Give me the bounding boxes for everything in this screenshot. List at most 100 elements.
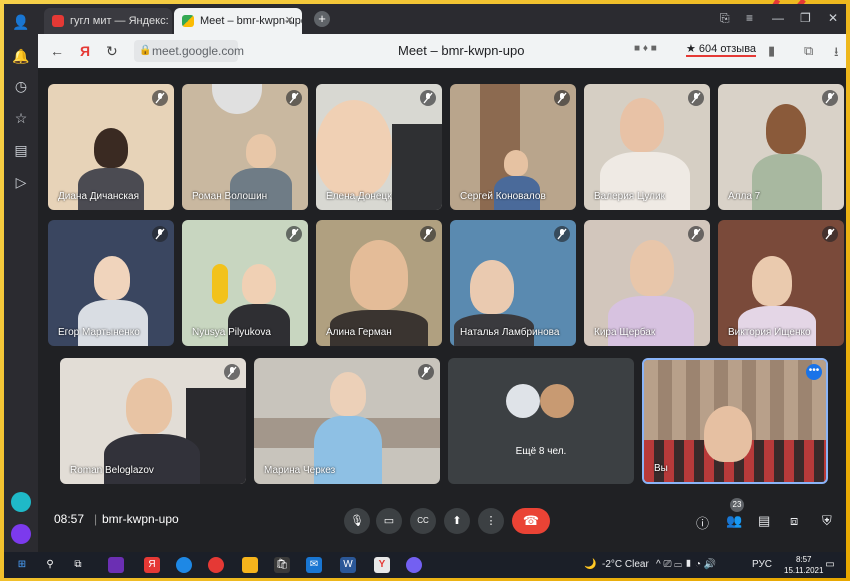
participant-name: Марина Черкез [264, 465, 336, 476]
download-icon[interactable]: ⭳ [834, 43, 839, 65]
participant-name: Роман Волошин [192, 191, 268, 202]
task-view-icon[interactable]: ⧉ [70, 557, 86, 573]
more-participants-tile[interactable]: Ещё 8 чел. [448, 358, 634, 484]
menu-icon[interactable]: ≡ [746, 11, 753, 25]
weather-text[interactable]: -2°C Clear [602, 559, 649, 570]
mail-icon[interactable]: ✉ [306, 557, 322, 573]
host-controls-icon[interactable]: ⛨ [822, 513, 832, 529]
windows-start-icon[interactable]: ⊞ [14, 557, 30, 573]
participant-tile[interactable]: Кира Щербак [584, 220, 710, 346]
reviews-badge[interactable]: ★ 604 отзыва [686, 42, 757, 57]
windows-taskbar: ⊞ ⚲ ⧉ Я 🛍 ✉ W Y 🌙 -2°C Clear ^ ⎚ ▭ ▮ ◔ 🔊… [4, 552, 846, 578]
hang-up-button[interactable]: ☎ [512, 508, 550, 534]
file-explorer-icon[interactable] [242, 557, 258, 573]
notifications-icon[interactable]: ▭ [822, 557, 838, 573]
word-icon[interactable]: W [340, 557, 356, 573]
reload-icon[interactable]: ↻ [106, 43, 118, 60]
mic-off-icon [688, 226, 704, 242]
language-indicator[interactable]: РУС [752, 559, 772, 570]
search-icon[interactable]: ⚲ [42, 557, 58, 573]
close-tab-icon[interactable]: ✕ [285, 8, 294, 34]
more-options-icon[interactable]: ••• [806, 364, 822, 380]
mic-off-icon [286, 226, 302, 242]
participant-tile[interactable]: Роман Волошин [182, 84, 308, 210]
mic-off-icon [554, 226, 570, 242]
mic-off-icon [224, 364, 240, 380]
screen: 👤 🔔 ◷ ☆ ▤ ▷ гугл мит — Яндекс: нашло Mee… [4, 4, 846, 552]
participant-tile[interactable]: Диана Дичанская [48, 84, 174, 210]
weather-icon[interactable]: 🌙 [584, 559, 596, 570]
minimize-icon[interactable]: — [772, 11, 784, 25]
sidebar-app-icon[interactable] [11, 492, 31, 512]
bell-icon[interactable]: 🔔 [11, 46, 31, 66]
yandex-home-icon[interactable]: Я [80, 43, 90, 59]
participant-tile[interactable]: Алла 7 [718, 84, 844, 210]
tab-meet[interactable]: Meet – bmr-kwpn-upo ✕ [174, 8, 302, 34]
participant-name: Nyusya Pilyukova [192, 327, 271, 338]
mic-off-icon [688, 90, 704, 106]
history-icon[interactable]: ◷ [11, 76, 31, 96]
info-icon[interactable]: ⓘ [696, 513, 709, 532]
clock-date: 15.11.2021 [784, 566, 824, 575]
mic-off-icon [822, 90, 838, 106]
collections-icon[interactable]: ▤ [11, 140, 31, 160]
participant-name: Егор Мартыненко [58, 327, 140, 338]
store-icon[interactable]: 🛍 [274, 557, 290, 573]
edge-icon[interactable] [176, 557, 192, 573]
people-icon[interactable]: 👥 [726, 513, 742, 529]
play-icon[interactable]: ▷ [11, 172, 31, 192]
participant-tile[interactable]: Егор Мартыненко [48, 220, 174, 346]
camera-mic-indicator-icon[interactable]: ■ ♦ ■ [634, 43, 657, 54]
clock-time: 8:57 [795, 555, 812, 564]
participant-tile[interactable]: Roman Beloglazov [60, 358, 246, 484]
yandex-app-icon[interactable]: Y [374, 557, 390, 573]
present-button[interactable]: ⬆ [444, 508, 470, 534]
new-tab-button[interactable]: + [314, 11, 330, 27]
participant-name: Кира Щербак [594, 327, 656, 338]
participant-tile[interactable]: Nyusya Pilyukova [182, 220, 308, 346]
participant-tile[interactable]: Наталья Ламбринова [450, 220, 576, 346]
chat-icon[interactable]: ▤ [758, 513, 770, 529]
participant-tile[interactable]: Валерия Цулик [584, 84, 710, 210]
participant-name: Наталья Ламбринова [460, 327, 560, 338]
more-participants-label: Ещё 8 чел. [515, 446, 567, 457]
participant-name: Сергей Коновалов [460, 191, 546, 202]
close-window-icon[interactable]: ✕ [828, 11, 838, 25]
tab-label: гугл мит — Яндекс: нашло [70, 15, 172, 27]
participant-tile[interactable]: Елена Донецк [316, 84, 442, 210]
microphone-button[interactable]: 🎙 [344, 508, 370, 534]
chrome-icon[interactable] [208, 557, 224, 573]
bookmark-icon[interactable]: ▮ [768, 43, 775, 59]
profile-icon[interactable]: 👤 [11, 12, 31, 32]
alice-icon[interactable] [11, 524, 31, 544]
system-clock[interactable]: 8:57 15.11.2021 [784, 554, 823, 576]
participant-tile[interactable]: Виктория Ищенко [718, 220, 844, 346]
yandex-favicon-icon [52, 15, 64, 27]
self-label: Вы [654, 463, 668, 474]
tab-sync-icon[interactable]: ⎘ [720, 11, 730, 26]
captions-button[interactable]: CC [410, 508, 436, 534]
bookmark-star-icon[interactable]: ☆ [11, 108, 31, 128]
participants-count-badge: 23 [730, 498, 744, 512]
camera-button[interactable]: ▭ [376, 508, 402, 534]
extensions-icon[interactable]: ⧉ [804, 43, 813, 59]
media-app-icon[interactable] [108, 557, 124, 573]
back-icon[interactable]: ← [50, 43, 64, 59]
participant-tile[interactable]: Марина Черкез [254, 358, 440, 484]
participant-tile[interactable]: Алина Герман [316, 220, 442, 346]
url-field[interactable]: 🔒 meet.google.com [134, 40, 244, 62]
mic-off-icon [822, 226, 838, 242]
participant-name: Алина Герман [326, 327, 392, 338]
tray-icons[interactable]: ^ ⎚ ▭ ▮ ◔ 🔊 [656, 559, 716, 570]
participant-name: Елена Донецк [326, 191, 392, 202]
mic-off-icon [420, 90, 436, 106]
more-options-button[interactable]: ⋮ [478, 508, 504, 534]
activities-icon[interactable]: ⧈ [790, 513, 798, 529]
restore-icon[interactable]: ❐ [800, 11, 811, 25]
viber-icon[interactable] [406, 557, 422, 573]
participant-tile[interactable]: Сергей Коновалов [450, 84, 576, 210]
tab-yandex-search[interactable]: гугл мит — Яндекс: нашло [44, 8, 172, 34]
meeting-code: bmr-kwpn-upo [102, 512, 179, 526]
self-view-tile[interactable]: ••• Вы [642, 358, 828, 484]
yandex-browser-icon[interactable]: Я [144, 557, 160, 573]
